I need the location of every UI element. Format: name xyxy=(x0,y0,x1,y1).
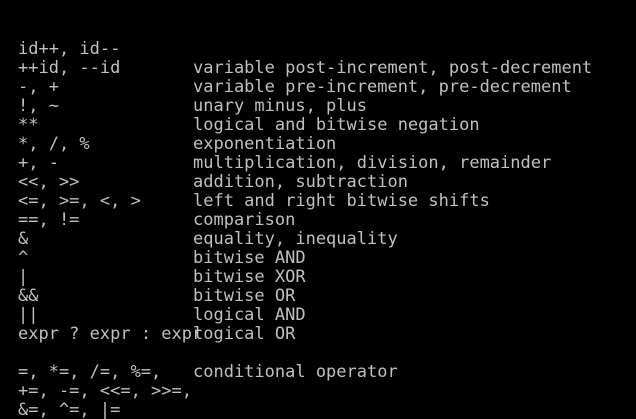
table-row: conditional operator xyxy=(0,325,636,382)
table-row: && logical AND xyxy=(0,268,636,325)
table-row: +=, -=, <<=, >>=, xyxy=(0,363,636,401)
table-row: ++id, --id variable pre-increment, pre-d… xyxy=(0,40,636,97)
table-row: *, /, % multiplication, division, remain… xyxy=(0,116,636,173)
operator-text: &=, ^=, |= xyxy=(18,400,121,419)
table-row: ^ bitwise XOR xyxy=(0,230,636,287)
table-row: ** exponentiation xyxy=(0,97,636,154)
table-row: ==, != equality, inequality xyxy=(0,192,636,249)
table-row: id++, id-- variable post-increment, post… xyxy=(0,21,636,78)
table-row: | bitwise OR xyxy=(0,249,636,306)
table-row: -, + unary minus, plus xyxy=(0,59,636,116)
table-row: &=, ^=, |= assignment xyxy=(0,382,636,419)
terminal-window[interactable]: id++, id-- variable post-increment, post… xyxy=(0,0,636,419)
table-row: +, - addition, subtraction xyxy=(0,135,636,192)
table-row: & bitwise AND xyxy=(0,211,636,268)
table-row: expr ? expr : expr xyxy=(0,306,636,344)
table-row: <<, >> left and right bitwise shifts xyxy=(0,154,636,211)
cut-off-line xyxy=(0,0,636,7)
table-row: =, *=, /=, %=, xyxy=(0,344,636,382)
table-row: <=, >=, <, > comparison xyxy=(0,173,636,230)
table-row: || logical OR xyxy=(0,287,636,344)
table-row: !, ~ logical and bitwise negation xyxy=(0,78,636,135)
